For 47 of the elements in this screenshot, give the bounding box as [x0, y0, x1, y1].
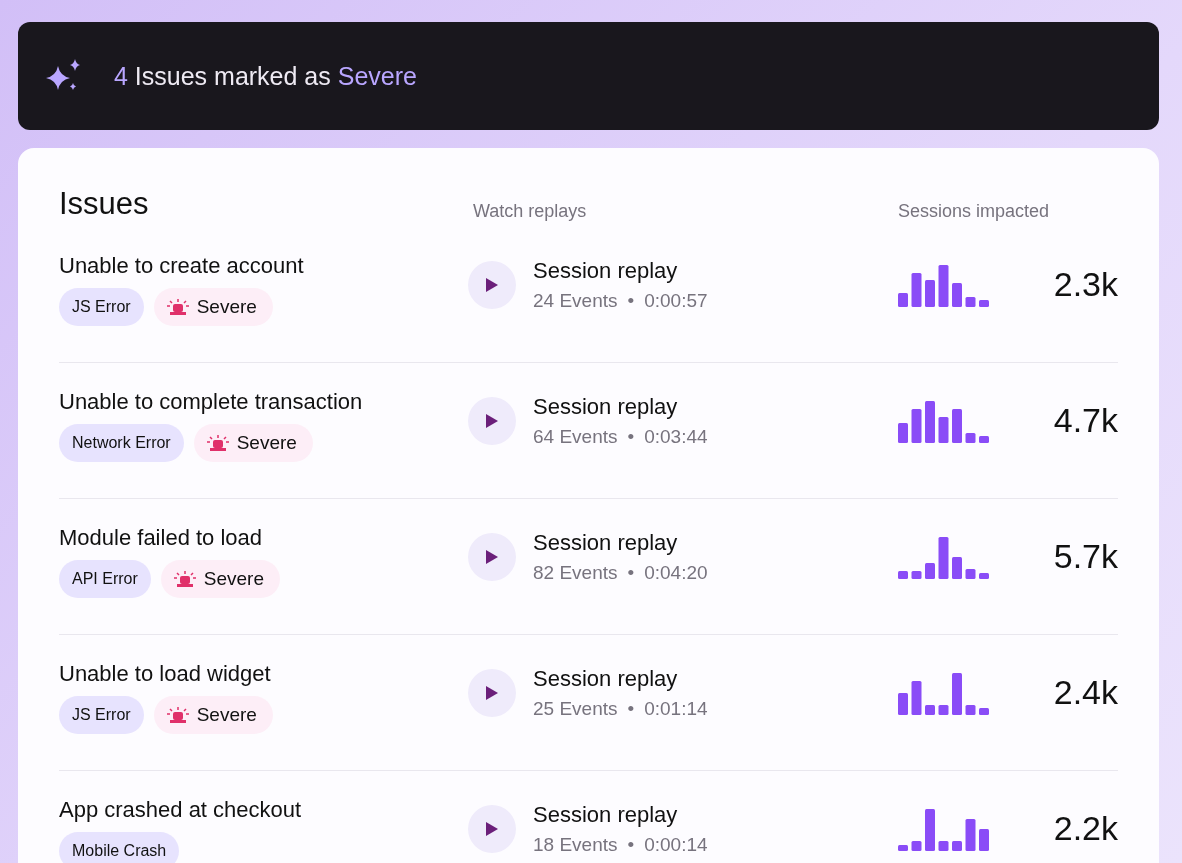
- replay-meta: 25 Events • 0:01:14: [533, 697, 708, 720]
- sessions-count: 2.2k: [1053, 809, 1118, 848]
- summary-headline: 4 Issues marked as Severe: [114, 61, 417, 91]
- play-icon: [485, 276, 499, 293]
- play-button[interactable]: [468, 532, 516, 581]
- severity-tag: Severe: [153, 288, 273, 326]
- column-header: Watch replays: [472, 201, 588, 222]
- play-icon: [485, 820, 499, 837]
- error-type-tag: Network Error: [59, 424, 184, 462]
- siren-icon: [173, 571, 196, 587]
- siren-icon: [206, 435, 229, 451]
- play-button[interactable]: [468, 668, 516, 717]
- error-type-tag: API Error: [59, 560, 151, 598]
- error-type-tag: Mobile Crash: [59, 832, 180, 863]
- sessions-count: 2.3k: [1053, 265, 1118, 304]
- play-icon: [485, 412, 499, 429]
- severity-tag: Severe: [160, 560, 280, 598]
- error-type-tag: JS Error: [59, 288, 144, 326]
- siren-icon: [166, 299, 189, 315]
- siren-icon: [166, 707, 189, 723]
- sessions-count: 5.7k: [1053, 537, 1118, 576]
- replay-title: Session replay: [533, 665, 679, 692]
- issue-title[interactable]: Module failed to load: [59, 525, 263, 551]
- issue-title[interactable]: Unable to create account: [59, 253, 304, 279]
- replay-title: Session replay: [533, 529, 679, 556]
- replay-title: Session replay: [533, 801, 679, 828]
- card-title: Issues: [59, 186, 150, 222]
- issue-title[interactable]: Unable to complete transaction: [59, 389, 363, 415]
- issue-title[interactable]: Unable to load widget: [59, 661, 271, 687]
- column-header: Sessions impacted: [898, 201, 1051, 222]
- play-button[interactable]: [468, 804, 516, 853]
- replay-meta: 18 Events • 0:00:14: [533, 833, 708, 856]
- replay-meta: 64 Events • 0:03:44: [533, 425, 708, 448]
- sessions-count: 4.7k: [1053, 401, 1118, 440]
- severity-tag: Severe: [153, 696, 273, 734]
- play-icon: [485, 548, 499, 565]
- severity-tag: Severe: [193, 424, 313, 462]
- replay-meta: 82 Events • 0:04:20: [533, 561, 708, 584]
- replay-title: Session replay: [533, 257, 679, 284]
- replay-meta: 24 Events • 0:00:57: [533, 289, 708, 312]
- replay-title: Session replay: [533, 393, 679, 420]
- play-icon: [485, 684, 499, 701]
- error-type-tag: JS Error: [59, 696, 144, 734]
- play-button[interactable]: [468, 396, 516, 445]
- sessions-count: 2.4k: [1053, 673, 1118, 712]
- issue-title[interactable]: App crashed at checkout: [59, 797, 302, 823]
- play-button[interactable]: [468, 260, 516, 309]
